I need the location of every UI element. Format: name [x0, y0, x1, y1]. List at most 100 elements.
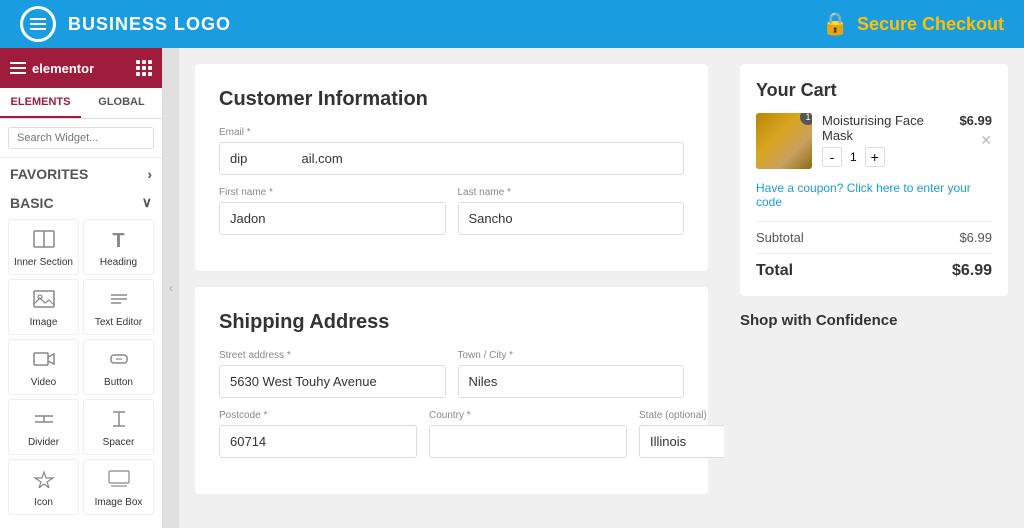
cart-item-remove-button[interactable]: ✕ — [980, 132, 992, 149]
street-input[interactable] — [219, 365, 446, 398]
sidebar-header-left: elementor — [10, 61, 94, 76]
text-editor-label: Text Editor — [95, 317, 142, 328]
postcode-group: Postcode * — [219, 410, 417, 458]
favorites-label: FAVORITES — [10, 166, 88, 182]
country-group: Country * — [429, 410, 627, 458]
divider-icon — [33, 410, 55, 433]
total-row: Total $6.99 — [756, 262, 992, 280]
sidebar-resize-handle[interactable]: ‹ — [163, 48, 179, 528]
spacer-label: Spacer — [103, 437, 135, 448]
right-panel: Your Cart 1 Moisturising Face Mask - 1 +… — [724, 48, 1024, 528]
tab-elements[interactable]: ELEMENTS — [0, 88, 81, 118]
shop-confidence-title: Shop with Confidence — [740, 312, 1008, 329]
icon-widget-label: Icon — [34, 497, 53, 508]
sidebar-item-spacer[interactable]: Spacer — [83, 399, 154, 455]
sidebar-item-video[interactable]: Video — [8, 339, 79, 395]
customer-info-section: Customer Information Email * First name … — [195, 64, 708, 271]
state-input[interactable] — [639, 425, 724, 458]
text-editor-icon — [108, 290, 130, 313]
cart-item-info: Moisturising Face Mask - 1 + — [822, 113, 949, 167]
sidebar-item-heading[interactable]: T Heading — [83, 219, 154, 275]
email-label: Email * — [219, 127, 684, 138]
button-icon — [108, 350, 130, 373]
sidebar-item-icon-widget[interactable]: Icon — [8, 459, 79, 515]
sidebar-item-divider[interactable]: Divider — [8, 399, 79, 455]
subtotal-row: Subtotal $6.99 — [756, 230, 992, 245]
sidebar-tabs: ELEMENTS GLOBAL — [0, 88, 162, 119]
cart-item: 1 Moisturising Face Mask - 1 + $6.99 ✕ — [756, 113, 992, 169]
main-layout: elementor ELEMENTS GLOBAL FAVORITES › BA… — [0, 48, 1024, 528]
search-input[interactable] — [8, 127, 154, 149]
favorites-section-label: FAVORITES › — [0, 158, 162, 186]
qty-decrease-button[interactable]: - — [822, 147, 842, 167]
shipping-section: Shipping Address Street address * Town /… — [195, 287, 708, 494]
sidebar-item-text-editor[interactable]: Text Editor — [83, 279, 154, 335]
sidebar-item-image[interactable]: Image — [8, 279, 79, 335]
cart-box: Your Cart 1 Moisturising Face Mask - 1 +… — [740, 64, 1008, 296]
top-bar-left: BUSINESS LOGO — [20, 6, 231, 42]
street-label: Street address * — [219, 350, 446, 361]
top-bar: BUSINESS LOGO 🔒 Secure Checkout — [0, 0, 1024, 48]
email-input[interactable] — [219, 142, 684, 175]
logo-circle — [20, 6, 56, 42]
video-label: Video — [31, 377, 56, 388]
tab-global[interactable]: GLOBAL — [81, 88, 162, 118]
city-input[interactable] — [458, 365, 685, 398]
total-value: $6.99 — [952, 262, 992, 280]
secure-checkout-text: Secure Checkout — [857, 14, 1004, 35]
favorites-arrow: › — [147, 166, 152, 182]
video-icon — [33, 350, 55, 373]
content-area: Customer Information Email * First name … — [179, 48, 724, 528]
cart-divider-2 — [756, 253, 992, 254]
subtotal-value: $6.99 — [959, 230, 992, 245]
heading-label: Heading — [100, 257, 137, 268]
first-name-label: First name * — [219, 187, 446, 198]
image-icon — [33, 290, 55, 313]
lock-icon: 🔒 — [822, 11, 849, 37]
inner-section-label: Inner Section — [14, 257, 73, 268]
basic-section-label[interactable]: BASIC ∨ — [0, 186, 162, 215]
icon-widget-icon — [33, 470, 55, 493]
sidebar-item-inner-section[interactable]: Inner Section — [8, 219, 79, 275]
hamburger-icon[interactable] — [30, 18, 46, 30]
country-input[interactable] — [429, 425, 627, 458]
inner-section-icon — [33, 230, 55, 253]
first-name-group: First name * — [219, 187, 446, 235]
cart-item-price: $6.99 — [959, 113, 992, 128]
coupon-link[interactable]: Have a coupon? Click here to enter your … — [756, 181, 992, 209]
city-group: Town / City * — [458, 350, 685, 398]
shipping-title: Shipping Address — [219, 311, 684, 334]
image-label: Image — [30, 317, 58, 328]
sidebar-widgets-grid: Inner Section T Heading Image Text Edito… — [0, 215, 162, 519]
cart-title: Your Cart — [756, 80, 992, 101]
total-label: Total — [756, 262, 793, 280]
postcode-input[interactable] — [219, 425, 417, 458]
sidebar-item-button[interactable]: Button — [83, 339, 154, 395]
cart-item-controls: - 1 + — [822, 147, 949, 167]
email-row: Email * — [219, 127, 684, 175]
postcode-country-state-row: Postcode * Country * State (optional) — [219, 410, 684, 458]
grid-icon[interactable] — [136, 60, 152, 76]
last-name-group: Last name * — [458, 187, 685, 235]
customer-info-title: Customer Information — [219, 88, 684, 111]
divider-label: Divider — [28, 437, 59, 448]
last-name-input[interactable] — [458, 202, 685, 235]
sidebar: elementor ELEMENTS GLOBAL FAVORITES › BA… — [0, 48, 163, 528]
sidebar-search-container — [0, 119, 162, 158]
cart-divider — [756, 221, 992, 222]
button-label: Button — [104, 377, 133, 388]
name-row: First name * Last name * — [219, 187, 684, 235]
sidebar-hamburger-icon[interactable] — [10, 62, 26, 74]
basic-toggle: ∨ — [142, 194, 152, 211]
sidebar-item-image-box[interactable]: Image Box — [83, 459, 154, 515]
cart-item-image: 1 — [756, 113, 812, 169]
heading-icon: T — [112, 230, 124, 253]
country-label: Country * — [429, 410, 627, 421]
sidebar-brand: elementor — [32, 61, 94, 76]
qty-value: 1 — [846, 150, 861, 164]
qty-increase-button[interactable]: + — [865, 147, 885, 167]
email-group: Email * — [219, 127, 684, 175]
street-city-row: Street address * Town / City * — [219, 350, 684, 398]
state-label: State (optional) — [639, 410, 724, 421]
first-name-input[interactable] — [219, 202, 446, 235]
